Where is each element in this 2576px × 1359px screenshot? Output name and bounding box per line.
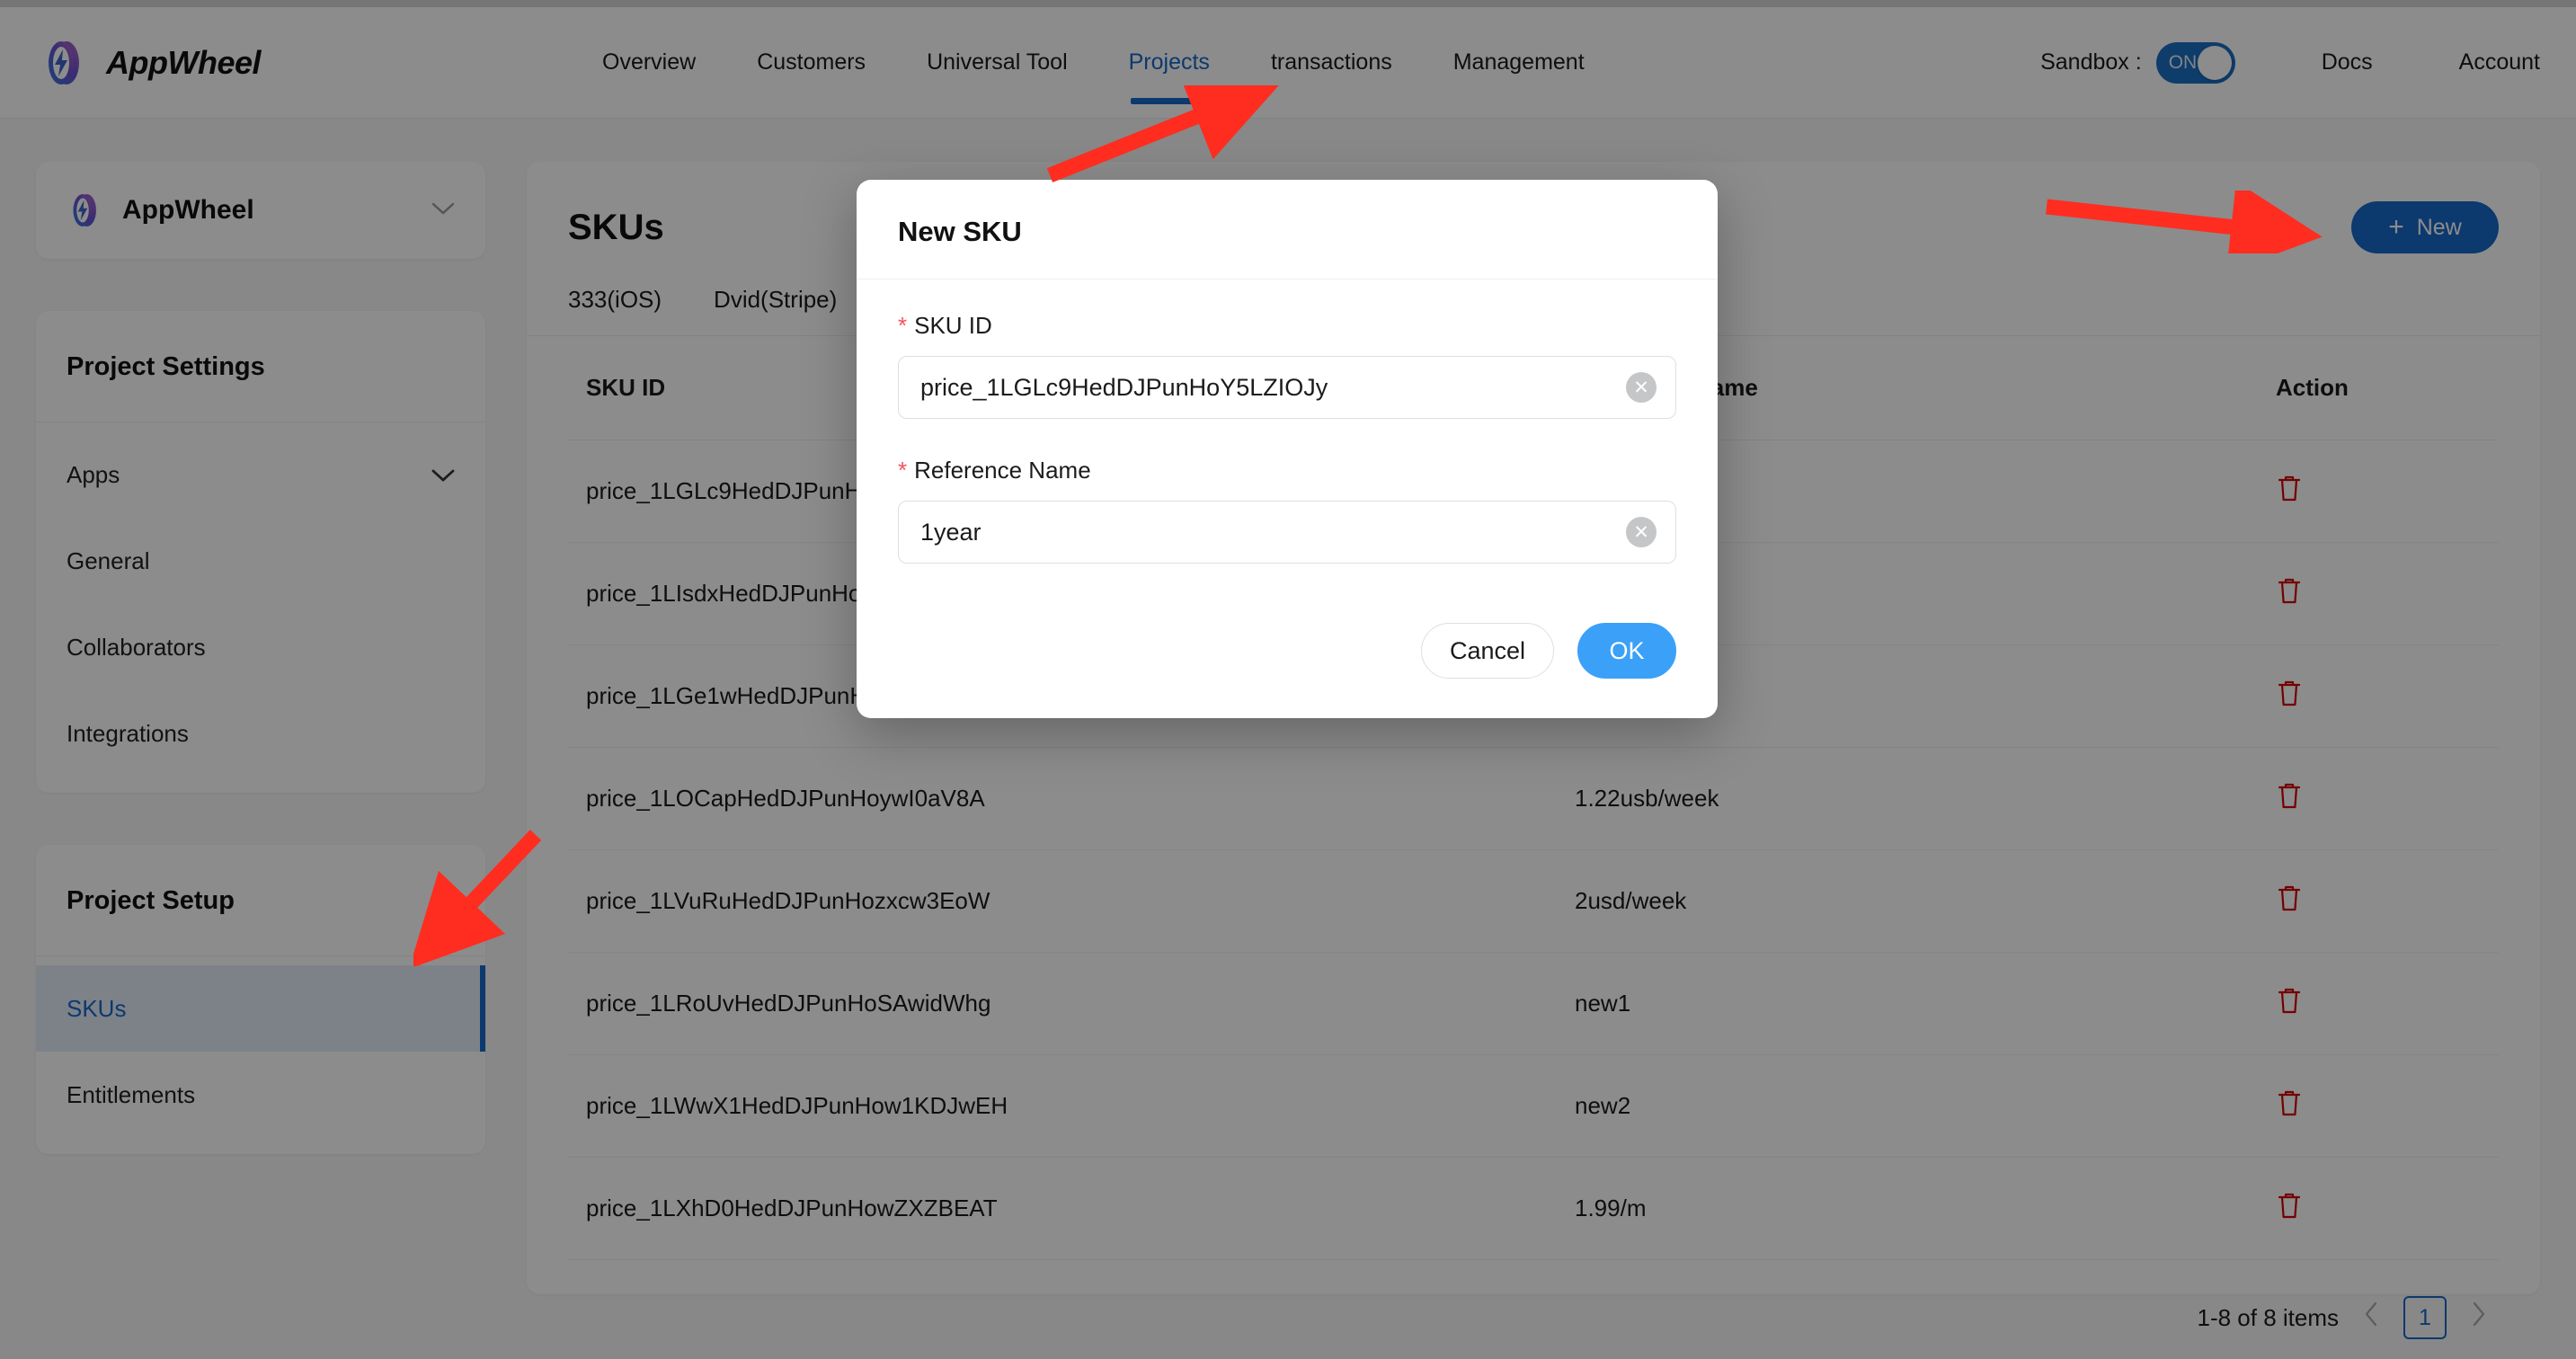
clear-circle-icon[interactable]: ✕	[1626, 372, 1657, 403]
reference-name-field-wrap: ✕	[898, 501, 1676, 564]
dialog-footer: Cancel OK	[857, 610, 1718, 718]
app-root: AppWheel Overview Customers Universal To…	[0, 0, 2576, 1359]
dialog-header: New SKU	[857, 180, 1718, 280]
sku-id-field-wrap: ✕	[898, 356, 1676, 419]
required-marker: *	[898, 312, 908, 339]
reference-name-label: * Reference Name	[898, 457, 1676, 484]
sku-id-label-text: SKU ID	[914, 312, 992, 339]
sku-id-input[interactable]	[898, 356, 1676, 419]
cancel-button[interactable]: Cancel	[1421, 623, 1554, 679]
new-sku-dialog: New SKU *SKU ID ✕ *Reference Name ✕ Canc…	[857, 180, 1718, 718]
ok-button[interactable]: OK	[1577, 623, 1676, 679]
reference-name-input[interactable]	[898, 501, 1676, 564]
reference-name-label-text: Reference Name	[914, 457, 1091, 484]
sku-id-label: * SKU ID	[898, 312, 1676, 340]
dialog-title: New SKU	[898, 216, 1022, 247]
clear-circle-icon[interactable]: ✕	[1626, 517, 1657, 547]
required-marker: *	[898, 457, 908, 484]
dialog-body: *SKU ID ✕ *Reference Name ✕	[857, 280, 1718, 610]
